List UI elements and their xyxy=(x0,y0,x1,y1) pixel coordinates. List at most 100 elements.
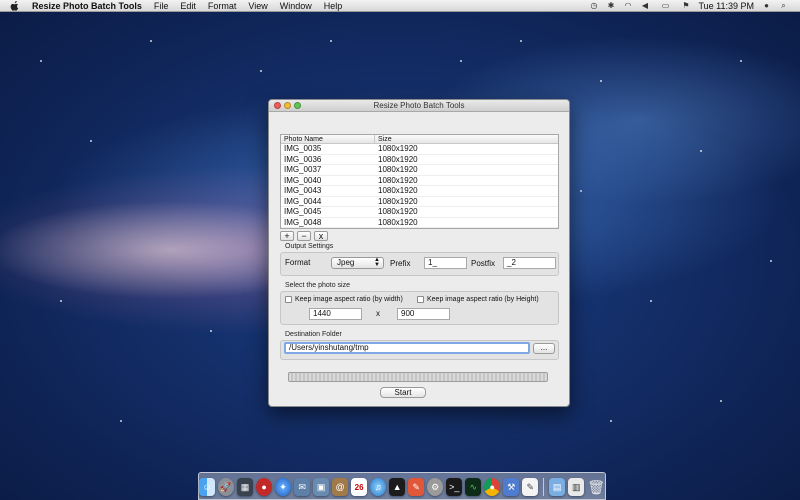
volume-icon[interactable]: ◀ xyxy=(640,1,649,10)
calendar-icon[interactable]: 26 xyxy=(351,478,368,496)
applications-folder-icon[interactable]: ▤ xyxy=(549,478,566,496)
activity-monitor-icon[interactable]: ∿ xyxy=(465,478,482,496)
table-row[interactable]: IMG_0044 1080x1920 xyxy=(281,196,558,207)
table-row[interactable]: IMG_0040 1080x1920 xyxy=(281,175,558,186)
menu-window[interactable]: Window xyxy=(280,1,312,11)
column-size[interactable]: Size xyxy=(375,135,558,143)
photo-size-cell: 1080x1920 xyxy=(378,165,418,174)
keep-ratio-width-checkbox[interactable] xyxy=(285,296,292,303)
safari-icon[interactable]: ✦ xyxy=(275,478,292,496)
prefix-input[interactable]: 1_ xyxy=(424,257,467,269)
menu-bar: Resize Photo Batch Tools File Edit Forma… xyxy=(0,0,800,12)
xcode-icon[interactable]: ⚒ xyxy=(503,478,520,496)
clear-photos-button[interactable]: x xyxy=(314,231,328,241)
photo-name-cell: IMG_0036 xyxy=(284,154,322,164)
photo-name-cell: IMG_0043 xyxy=(284,186,322,195)
photo-table[interactable]: Photo Name Size IMG_0035 1080x1920 IMG_00… xyxy=(280,134,559,229)
add-photo-button[interactable]: + xyxy=(280,231,294,241)
width-input[interactable]: 1440 xyxy=(309,308,362,320)
photo-size-cell: 1080x1920 xyxy=(378,207,418,216)
table-row[interactable]: IMG_0037 1080x1920 xyxy=(281,165,558,176)
app-window: Resize Photo Batch Tools Photo Name Size… xyxy=(268,99,570,407)
launchpad-icon[interactable]: 🚀 xyxy=(218,478,235,496)
dock: ☺ 🚀 ▦ ● ✦ ✉ ▣ @ 26 ♫ ▲ ✎ ⚙ >_ ∿ ● ⚒ ✎ ▤ … xyxy=(198,472,606,500)
destination-label: Destination Folder xyxy=(285,331,342,338)
documents-folder-icon[interactable]: ▥ xyxy=(568,478,585,496)
mail-icon[interactable]: ✉ xyxy=(294,478,311,496)
menu-format[interactable]: Format xyxy=(208,1,237,11)
zoom-window-button[interactable] xyxy=(294,102,301,109)
preview-icon[interactable]: ▣ xyxy=(313,478,330,496)
photo-size-cell: 1080x1920 xyxy=(378,154,418,164)
system-preferences-icon[interactable]: ⚙ xyxy=(427,478,444,496)
photo-booth-icon[interactable]: ● xyxy=(256,478,273,496)
terminal-icon[interactable]: >_ xyxy=(446,478,463,496)
photo-name-cell: IMG_0040 xyxy=(284,175,322,185)
chrome-icon[interactable]: ● xyxy=(484,478,501,496)
finder-icon[interactable]: ☺ xyxy=(199,478,216,496)
table-row[interactable]: IMG_0035 1080x1920 xyxy=(281,144,558,155)
postfix-label: Postfix xyxy=(471,259,496,268)
photo-size-cell: 1080x1920 xyxy=(378,186,418,195)
progress-bar xyxy=(288,372,548,382)
table-header: Photo Name Size xyxy=(281,135,558,144)
table-row[interactable]: IMG_0048 1080x1920 xyxy=(281,217,558,228)
spotlight-icon[interactable]: ⌕ xyxy=(779,1,788,10)
flag-icon[interactable]: ⚑ xyxy=(681,1,690,10)
menu-clock[interactable]: Tue 11:39 PM xyxy=(698,1,754,11)
contacts-icon[interactable]: @ xyxy=(332,478,349,496)
menu-file[interactable]: File xyxy=(154,1,169,11)
battery-icon[interactable]: ▭ xyxy=(657,1,673,10)
photo-size-cell: 1080x1920 xyxy=(378,175,418,185)
dock-separator xyxy=(543,478,545,496)
photo-name-cell: IMG_0035 xyxy=(284,144,322,153)
menu-help[interactable]: Help xyxy=(324,1,343,11)
keep-ratio-height-label: Keep image aspect ratio (by Height) xyxy=(427,296,539,303)
format-label: Format xyxy=(285,258,311,267)
photo-name-cell: IMG_0045 xyxy=(284,207,322,216)
times-label: x xyxy=(376,309,380,318)
format-select[interactable]: Jpeg ▲ ▼ xyxy=(331,257,384,269)
keep-ratio-width-label: Keep image aspect ratio (by width) xyxy=(295,296,403,303)
photo-name-cell: IMG_0048 xyxy=(284,217,322,227)
postfix-input[interactable]: _2 xyxy=(503,257,556,269)
destination-path-input[interactable]: /Users/yinshutang/tmp xyxy=(284,342,530,354)
menu-edit[interactable]: Edit xyxy=(180,1,196,11)
photo-name-cell: IMG_0044 xyxy=(284,196,322,206)
chevron-updown-icon: ▲ ▼ xyxy=(374,257,380,268)
start-button[interactable]: Start xyxy=(380,387,426,398)
trash-icon[interactable]: 🗑 xyxy=(587,478,605,496)
prefix-label: Prefix xyxy=(390,259,411,268)
height-input[interactable]: 900 xyxy=(397,308,450,320)
table-row[interactable]: IMG_0045 1080x1920 xyxy=(281,207,558,218)
user-icon[interactable]: ● xyxy=(762,1,771,10)
close-window-button[interactable] xyxy=(274,102,281,109)
time-machine-icon[interactable]: ◷ xyxy=(589,1,598,10)
menu-view[interactable]: View xyxy=(248,1,267,11)
browse-folder-button[interactable]: ... xyxy=(533,343,555,354)
column-photo-name[interactable]: Photo Name xyxy=(281,135,375,143)
keep-ratio-height-checkbox[interactable] xyxy=(417,296,424,303)
window-titlebar[interactable]: Resize Photo Batch Tools xyxy=(269,100,569,112)
wifi-icon[interactable]: ◠ xyxy=(623,1,632,10)
itunes-icon[interactable]: ♫ xyxy=(370,478,387,496)
minimize-window-button[interactable] xyxy=(284,102,291,109)
bluetooth-icon[interactable]: ✱ xyxy=(606,1,615,10)
photo-size-cell: 1080x1920 xyxy=(378,196,418,206)
window-title: Resize Photo Batch Tools xyxy=(373,101,465,110)
apple-menu-icon[interactable] xyxy=(10,0,20,11)
photo-name-cell: IMG_0037 xyxy=(284,165,322,174)
table-row[interactable]: IMG_0043 1080x1920 xyxy=(281,186,558,197)
photo-size-label: Select the photo size xyxy=(285,282,350,289)
iphoto-icon[interactable]: ▲ xyxy=(389,478,406,496)
textedit-icon[interactable]: ✎ xyxy=(522,478,539,496)
table-controls: + − x xyxy=(280,231,328,241)
menu-app-name[interactable]: Resize Photo Batch Tools xyxy=(32,1,142,11)
app-store-icon[interactable]: ✎ xyxy=(408,478,425,496)
photo-size-cell: 1080x1920 xyxy=(378,144,418,153)
output-settings-label: Output Settings xyxy=(285,243,334,250)
mission-control-icon[interactable]: ▦ xyxy=(237,478,254,496)
table-row[interactable]: IMG_0036 1080x1920 xyxy=(281,154,558,165)
remove-photo-button[interactable]: − xyxy=(297,231,311,241)
photo-size-cell: 1080x1920 xyxy=(378,217,418,227)
